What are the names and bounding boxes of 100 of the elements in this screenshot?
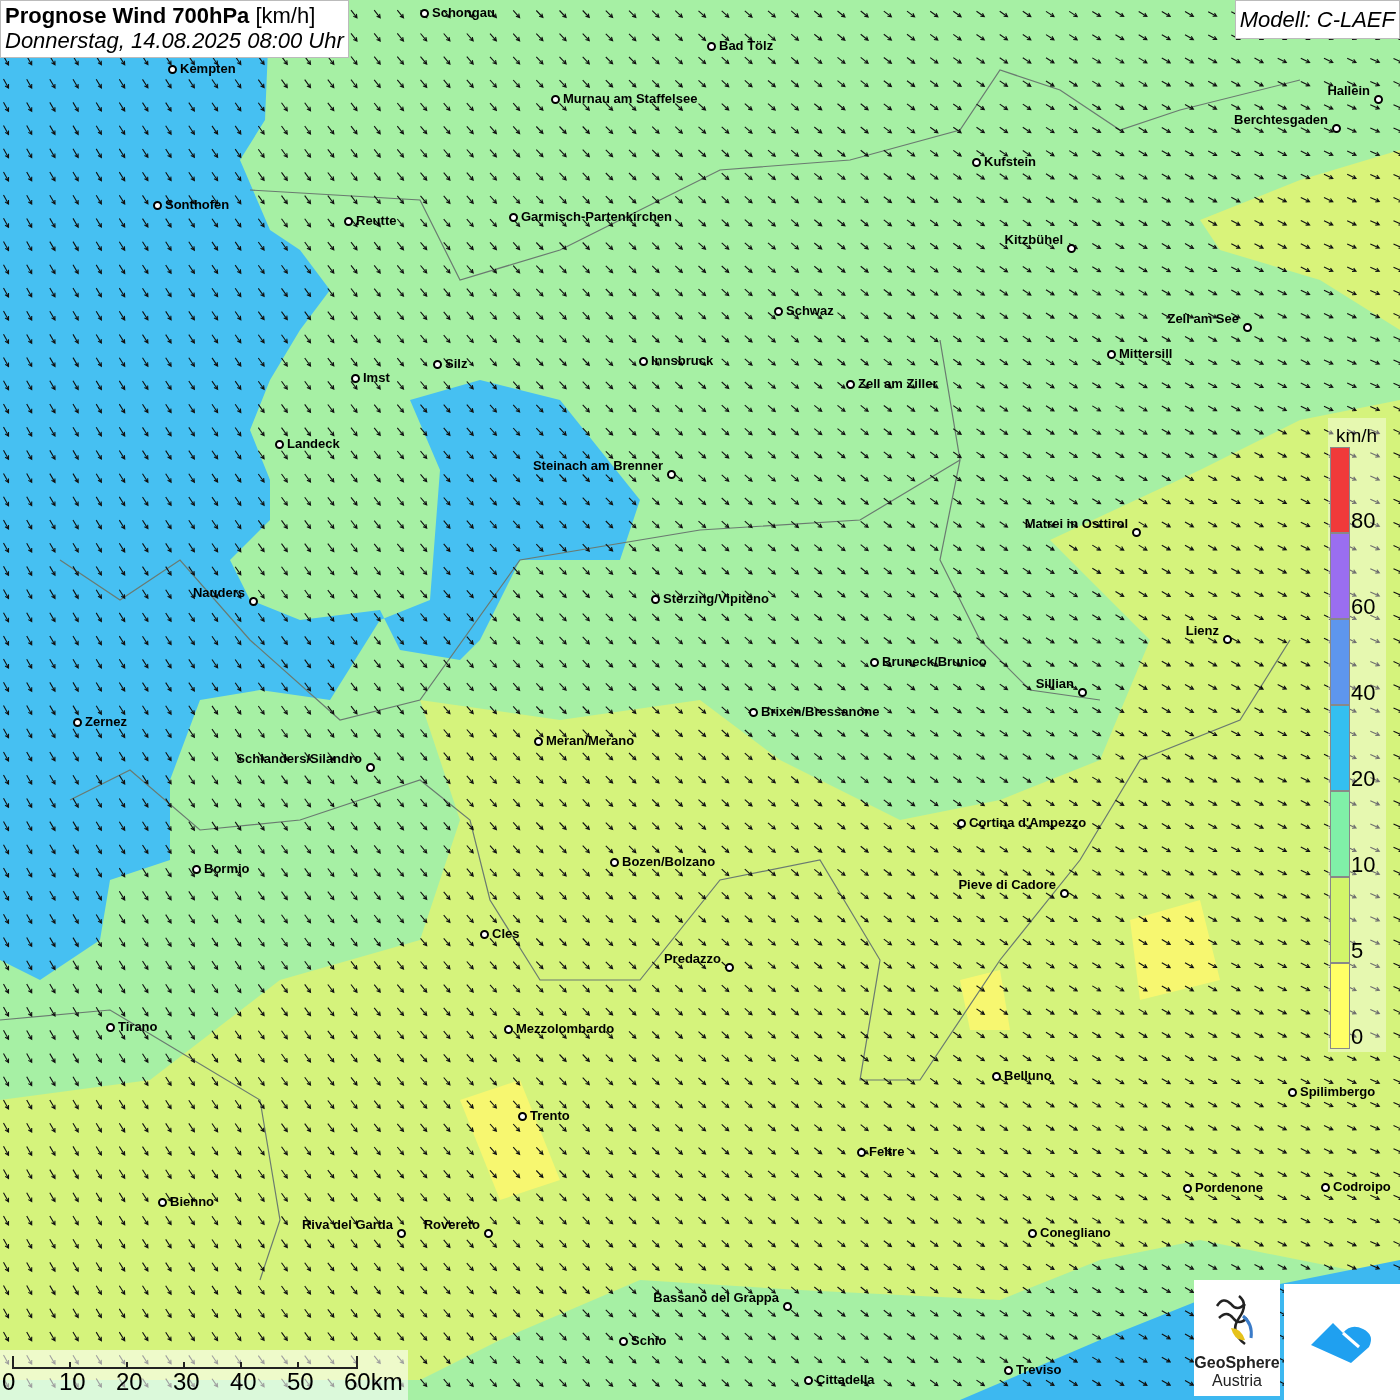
city-label: Cittadella — [816, 1373, 875, 1386]
city-marker — [1003, 1365, 1013, 1375]
city-marker — [773, 306, 783, 316]
city-label: Treviso — [1016, 1363, 1062, 1376]
legend-value: 0 — [1351, 1026, 1364, 1048]
city-marker — [782, 1301, 792, 1311]
city-marker — [365, 762, 375, 772]
city-marker — [650, 594, 660, 604]
city-label: Tirano — [118, 1020, 158, 1033]
city-marker — [1373, 94, 1383, 104]
city-marker — [503, 1024, 513, 1034]
city-marker — [1242, 322, 1252, 332]
legend-value: 60 — [1351, 596, 1376, 618]
city-marker — [724, 962, 734, 972]
city-marker — [1106, 349, 1116, 359]
city-marker — [956, 818, 966, 828]
city-label: Imst — [363, 371, 390, 384]
city-label: Mezzolombardo — [516, 1022, 615, 1035]
city-label: Pieve di Cadore — [958, 878, 1056, 891]
city-label: Reutte — [356, 214, 397, 227]
city-marker — [105, 1022, 115, 1032]
city-marker — [845, 379, 855, 389]
city-marker — [1131, 527, 1141, 537]
city-label: Bad Tölz — [719, 39, 774, 52]
city-label: Schongau — [432, 6, 495, 19]
city-marker — [350, 373, 360, 383]
city-label: Zernez — [85, 715, 127, 728]
city-label: Hallein — [1327, 84, 1370, 97]
city-marker — [533, 736, 543, 746]
city-label: Trento — [530, 1109, 570, 1122]
city-marker — [1027, 1228, 1037, 1238]
city-label: Garmisch-Partenkirchen — [521, 210, 672, 223]
city-marker — [1077, 687, 1087, 697]
city-label: Brixen/Bressanone — [761, 705, 880, 718]
city-label: Kitzbühel — [1004, 233, 1063, 246]
city-label: Berchtesgaden — [1234, 113, 1328, 126]
city-label: Silz — [445, 357, 468, 370]
scale-label: 0 — [2, 1370, 17, 1394]
scale-label: 50 — [287, 1370, 315, 1394]
city-marker — [1059, 888, 1069, 898]
forecast-datetime: Donnerstag, 14.08.2025 08:00 Uhr — [5, 28, 344, 54]
city-marker — [618, 1336, 628, 1346]
city-marker — [157, 1197, 167, 1207]
city-marker — [191, 864, 201, 874]
city-marker — [869, 657, 879, 667]
city-label: Schlanders/Silandro — [236, 752, 362, 765]
city-marker — [550, 94, 560, 104]
logo-text: GeoSphere — [1194, 1354, 1280, 1372]
scale-label: 40 — [230, 1370, 258, 1394]
city-label: Sterzing/Vipiteno — [663, 592, 769, 605]
scale-label: 20 — [116, 1370, 144, 1394]
city-label: Schwaz — [786, 304, 834, 317]
city-label: Zell am Ziller — [858, 377, 938, 390]
city-marker — [1287, 1087, 1297, 1097]
city-label: Nauders — [192, 586, 245, 599]
city-label: Pordenone — [1195, 1181, 1263, 1194]
city-marker — [856, 1147, 866, 1157]
city-label: Riva del Garda — [301, 1218, 393, 1231]
city-label: Steinach am Brenner — [532, 459, 663, 472]
city-marker — [508, 212, 518, 222]
legend-value: 5 — [1351, 940, 1364, 962]
city-label: Spilimbergo — [1300, 1085, 1376, 1098]
city-marker — [609, 857, 619, 867]
city-marker — [1066, 243, 1076, 253]
city-marker — [803, 1375, 813, 1385]
city-label: Bassano del Grappa — [653, 1291, 779, 1304]
map-title: Prognose Wind 700hPa [km/h] — [5, 3, 317, 29]
city-marker — [666, 469, 676, 479]
city-label: Feltre — [869, 1145, 905, 1158]
logo-subtext: Austria — [1212, 1371, 1262, 1390]
city-label: Sillian — [1035, 677, 1074, 690]
city-marker — [971, 157, 981, 167]
city-label: Codroipo — [1333, 1180, 1391, 1193]
city-label: Lienz — [1185, 624, 1219, 637]
city-marker — [152, 200, 162, 210]
city-marker — [1222, 634, 1232, 644]
city-marker — [991, 1071, 1001, 1081]
city-marker — [167, 64, 177, 74]
city-label: Kufstein — [984, 155, 1036, 168]
city-label: Bozen/Bolzano — [622, 855, 716, 868]
model-label: Modell: C-LAEF — [1234, 0, 1400, 39]
city-label: Schio — [631, 1334, 667, 1347]
city-label: Bienno — [170, 1195, 215, 1208]
city-marker — [479, 929, 489, 939]
city-label: Zell am See — [1167, 312, 1239, 325]
city-label: Belluno — [1004, 1069, 1052, 1082]
city-marker — [1182, 1183, 1192, 1193]
city-marker — [638, 356, 648, 366]
city-marker — [248, 596, 258, 606]
city-marker — [517, 1111, 527, 1121]
city-marker — [396, 1228, 406, 1238]
city-marker — [343, 216, 353, 226]
city-label: Rovereto — [423, 1218, 480, 1231]
city-label: Murnau am Staffelsee — [563, 92, 698, 105]
city-marker — [748, 707, 758, 717]
city-label: Meran/Merano — [546, 734, 635, 747]
scale-label: 30 — [173, 1370, 201, 1394]
city-marker — [419, 8, 429, 18]
scale-label: 10 — [59, 1370, 87, 1394]
legend-value: 80 — [1351, 510, 1376, 532]
